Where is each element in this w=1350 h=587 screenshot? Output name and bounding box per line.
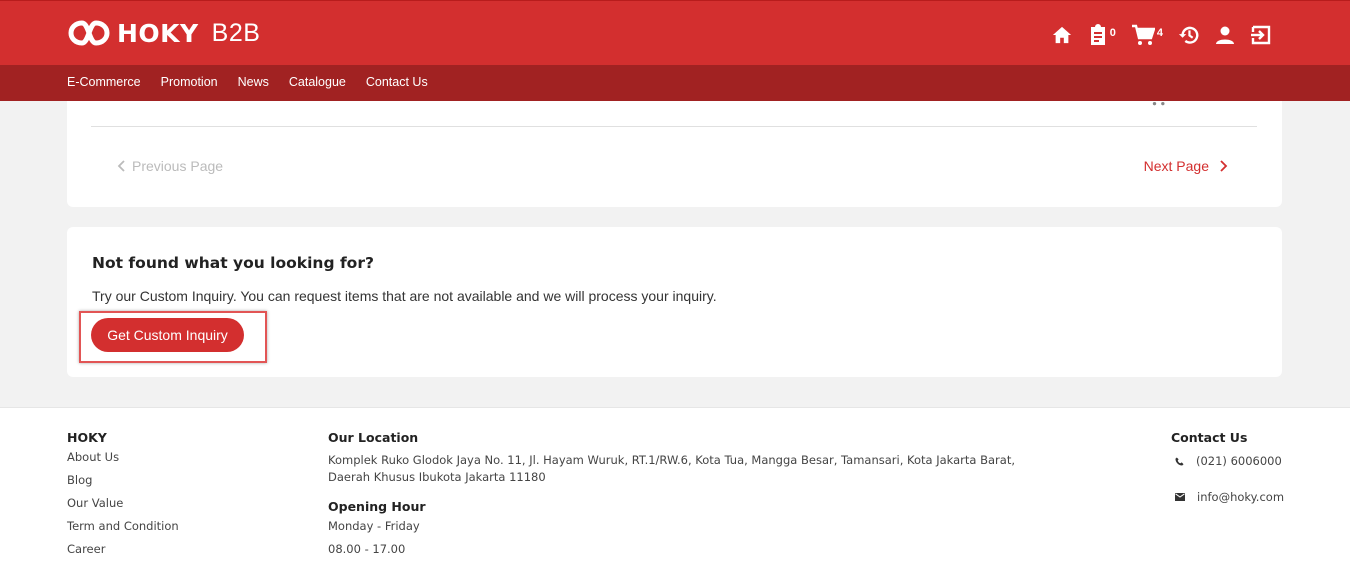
logout-icon	[1251, 25, 1271, 45]
quotation-count: 0	[1109, 27, 1116, 39]
top-header: HOKY B2B 0 4	[0, 0, 1350, 65]
footer-location-section: Our Location Komplek Ruko Glodok Jaya No…	[328, 430, 1015, 561]
footer-phone[interactable]: (021) 6006000	[1175, 454, 1284, 468]
logout-button[interactable]	[1250, 24, 1272, 46]
previous-page-button[interactable]: Previous Page	[115, 158, 223, 174]
nav-item-e-commerce[interactable]: E-Commerce	[67, 75, 141, 89]
footer-contact-title: Contact Us	[1171, 430, 1248, 445]
footer-hoky-section: HOKY About Us Blog Our Value Term and Co…	[67, 430, 179, 561]
footer-opening-hour-title: Opening Hour	[328, 499, 426, 514]
footer-email-text: info@hoky.com	[1197, 490, 1285, 504]
footer-address-line-2: Daerah Khusus Ibukota Jakarta 11180	[328, 470, 546, 484]
brand-suffix: B2B	[211, 18, 261, 47]
nav-item-promotion[interactable]: Promotion	[161, 75, 218, 89]
site-footer: HOKY About Us Blog Our Value Term and Co…	[0, 407, 1350, 587]
get-custom-inquiry-button[interactable]: Get Custom Inquiry	[91, 318, 244, 352]
footer-contact-section: Contact Us (021) 6006000 info@hoky.com	[1171, 430, 1284, 504]
account-button[interactable]	[1215, 25, 1235, 45]
footer-link-about-us[interactable]: About Us	[67, 446, 179, 469]
phone-icon	[1175, 456, 1184, 466]
footer-location-title: Our Location	[328, 430, 419, 445]
cart-icon	[1131, 24, 1155, 45]
footer-link-blog[interactable]: Blog	[67, 469, 179, 492]
cart-icon	[1152, 102, 1165, 106]
add-to-cart-button[interactable]	[1147, 101, 1167, 112]
previous-page-label: Previous Page	[132, 158, 224, 174]
footer-opening-days: Monday - Friday	[328, 519, 420, 533]
footer-link-career[interactable]: Career	[67, 538, 179, 561]
inquiry-description: Try our Custom Inquiry. You can request …	[92, 288, 717, 304]
footer-link-our-value[interactable]: Our Value	[67, 492, 179, 515]
quotation-button[interactable]: 0	[1088, 24, 1116, 46]
product-row	[91, 101, 1257, 127]
hoky-logo-icon	[68, 20, 110, 46]
chevron-left-icon	[117, 160, 125, 172]
mail-icon	[1175, 493, 1185, 501]
next-page-button[interactable]: Next Page	[1144, 158, 1230, 174]
nav-item-catalogue[interactable]: Catalogue	[289, 75, 346, 89]
history-button[interactable]	[1178, 24, 1200, 46]
footer-hoky-title: HOKY	[67, 430, 107, 445]
nav-item-news[interactable]: News	[238, 75, 269, 89]
next-page-label: Next Page	[1143, 158, 1209, 174]
custom-inquiry-card: Not found what you looking for? Try our …	[67, 227, 1282, 377]
inquiry-title: Not found what you looking for?	[92, 254, 374, 272]
history-icon	[1178, 26, 1199, 44]
footer-opening-hours: 08.00 - 17.00	[328, 542, 406, 556]
user-icon	[1216, 26, 1234, 44]
brand-name: HOKY	[117, 18, 199, 48]
footer-link-term-and-condition[interactable]: Term and Condition	[67, 515, 179, 538]
product-list-card: Previous Page Next Page	[67, 101, 1282, 207]
clipboard-icon	[1090, 24, 1105, 45]
cart-count: 4	[1156, 27, 1163, 39]
chevron-right-icon	[1220, 160, 1228, 172]
footer-email[interactable]: info@hoky.com	[1175, 490, 1284, 504]
main-navigation: E-Commerce Promotion News Catalogue Cont…	[0, 65, 1350, 101]
home-icon	[1052, 26, 1071, 44]
header-actions: 0 4	[1036, 21, 1272, 49]
nav-item-contact-us[interactable]: Contact Us	[366, 75, 428, 89]
brand-logo[interactable]: HOKY B2B	[67, 17, 260, 49]
home-button[interactable]	[1051, 25, 1073, 45]
footer-address-line-1: Komplek Ruko Glodok Jaya No. 11, Jl. Hay…	[328, 453, 1015, 467]
footer-phone-text: (021) 6006000	[1196, 454, 1282, 468]
cart-button[interactable]: 4	[1131, 24, 1163, 46]
